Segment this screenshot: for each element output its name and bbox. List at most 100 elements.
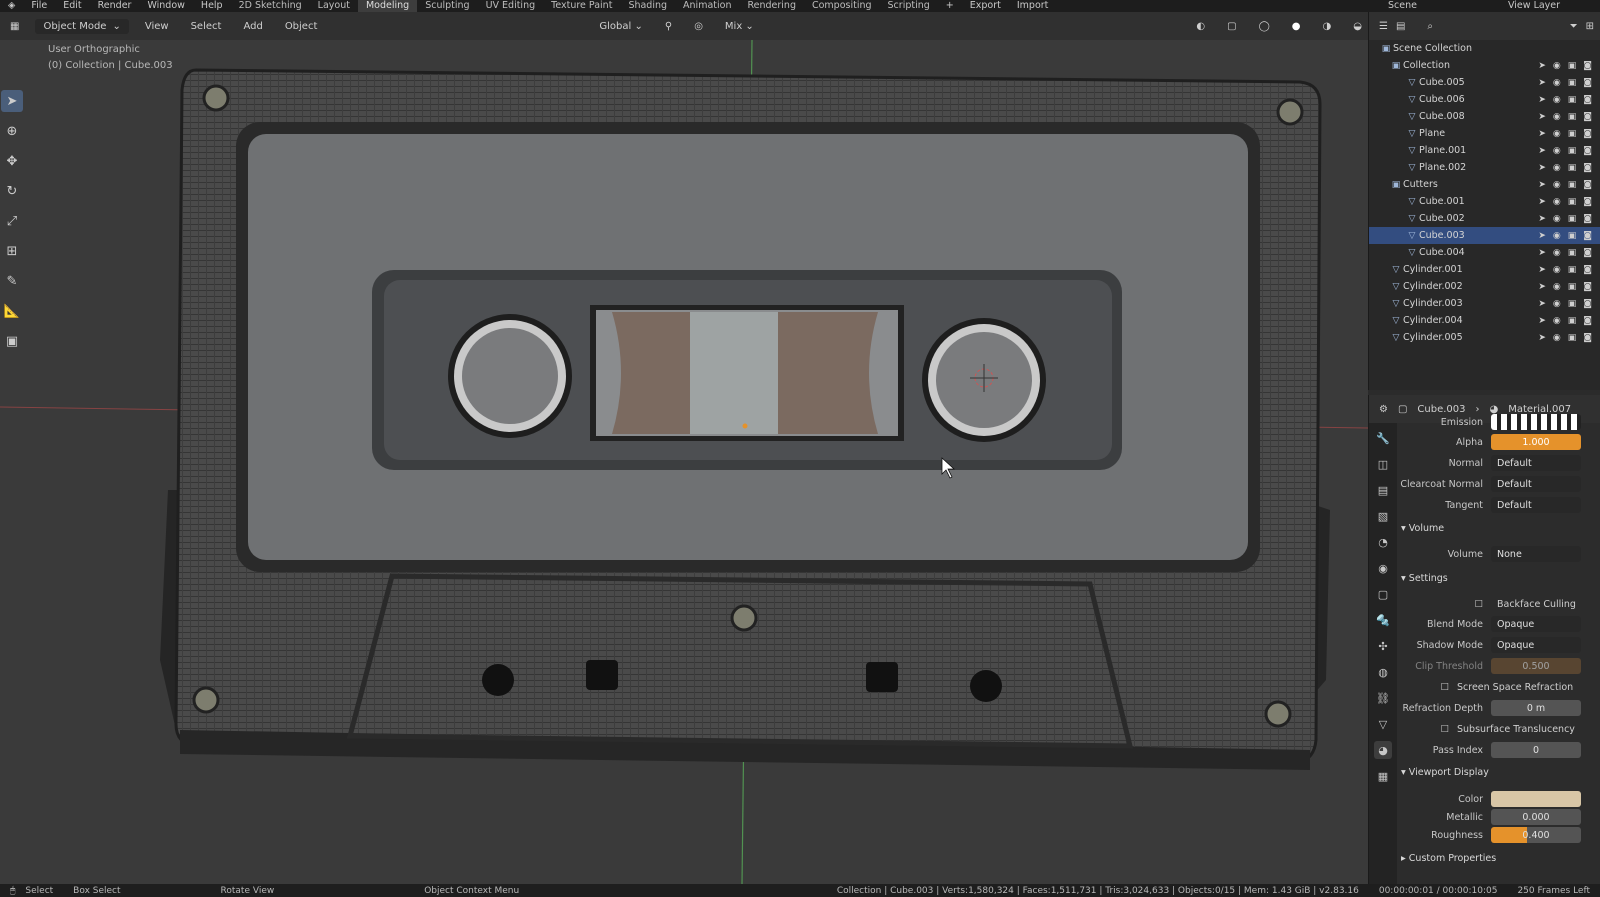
modifier-tab-icon[interactable]: 🔩 — [1374, 611, 1392, 629]
select-toggle-icon[interactable]: ➤ — [1538, 180, 1546, 190]
viewport-toggle-icon[interactable]: ▣ — [1568, 299, 1577, 309]
visibility-eye-icon[interactable]: ◉ — [1553, 163, 1561, 173]
render-camera-icon[interactable]: ◙ — [1583, 61, 1592, 71]
new-collection-icon[interactable]: ⊞ — [1586, 21, 1600, 32]
workspace-tab-rendering[interactable]: Rendering — [739, 0, 804, 12]
visibility-eye-icon[interactable]: ◉ — [1553, 180, 1561, 190]
select-toggle-icon[interactable]: ➤ — [1538, 112, 1546, 122]
view-layer-tab-icon[interactable]: ▧ — [1374, 507, 1392, 525]
select-toggle-icon[interactable]: ➤ — [1538, 248, 1546, 258]
pivot-dropdown[interactable]: Mix ⌄ — [719, 19, 760, 34]
select-toggle-icon[interactable]: ➤ — [1538, 61, 1546, 71]
viewport-toggle-icon[interactable]: ▣ — [1568, 282, 1577, 292]
import-button[interactable]: Import — [1009, 0, 1057, 12]
xray-icon[interactable]: ▢ — [1221, 19, 1242, 34]
viewport-toggle-icon[interactable]: ▣ — [1568, 112, 1577, 122]
roughness-field[interactable]: 0.400 — [1491, 827, 1581, 843]
blender-logo-icon[interactable]: ◈ — [0, 0, 23, 12]
viewport-toggle-icon[interactable]: ▣ — [1568, 197, 1577, 207]
ssr-checkbox[interactable]: ☐ — [1397, 682, 1457, 693]
visibility-eye-icon[interactable]: ◉ — [1553, 248, 1561, 258]
visibility-eye-icon[interactable]: ◉ — [1553, 282, 1561, 292]
render-camera-icon[interactable]: ◙ — [1583, 333, 1592, 343]
menu-render[interactable]: Render — [90, 0, 140, 12]
workspace-tab-compositing[interactable]: Compositing — [804, 0, 880, 12]
select-toggle-icon[interactable]: ➤ — [1538, 265, 1546, 275]
scene-collection-row[interactable]: ▣ Scene Collection — [1369, 40, 1600, 57]
render-camera-icon[interactable]: ◙ — [1583, 146, 1592, 156]
outliner-object-row[interactable]: ▽ Cylinder.003 ➤ ◉ ▣ ◙ — [1369, 295, 1600, 312]
viewport-toggle-icon[interactable]: ▣ — [1568, 214, 1577, 224]
viewport-toggle-icon[interactable]: ▣ — [1568, 248, 1577, 258]
outliner-collection-row[interactable]: ▣ Collection ➤ ◉ ▣ ◙ — [1369, 57, 1600, 74]
settings-section-header[interactable]: ▾ Settings — [1401, 573, 1448, 584]
outliner-object-row[interactable]: ▽ Cube.001 ➤ ◉ ▣ ◙ — [1369, 193, 1600, 210]
custom-properties-section-header[interactable]: ▸ Custom Properties — [1401, 853, 1496, 864]
shading-wireframe-icon[interactable]: ◯ — [1253, 19, 1276, 34]
workspace-tab-scripting[interactable]: Scripting — [880, 0, 938, 12]
select-toggle-icon[interactable]: ➤ — [1538, 146, 1546, 156]
world-tab-icon[interactable]: ◉ — [1374, 559, 1392, 577]
physics-tab-icon[interactable]: ◍ — [1374, 663, 1392, 681]
outliner-object-row[interactable]: ▽ Cube.008 ➤ ◉ ▣ ◙ — [1369, 108, 1600, 125]
volume-section-header[interactable]: ▾ Volume — [1401, 523, 1444, 534]
workspace-tab-modeling[interactable]: Modeling — [357, 0, 418, 12]
visibility-eye-icon[interactable]: ◉ — [1553, 112, 1561, 122]
viewport-toggle-icon[interactable]: ▣ — [1568, 265, 1577, 275]
3d-viewport[interactable]: User Orthographic (0) Collection | Cube.… — [0, 40, 1368, 884]
visibility-eye-icon[interactable]: ◉ — [1553, 61, 1561, 71]
tool-tab-icon[interactable]: 🔧 — [1374, 429, 1392, 447]
select-toggle-icon[interactable]: ➤ — [1538, 333, 1546, 343]
viewport-display-section-header[interactable]: ▾ Viewport Display — [1401, 767, 1489, 778]
sss-row[interactable]: ☐ Subsurface Translucency — [1397, 720, 1600, 738]
backface-culling-row[interactable]: ☐ Backface Culling — [1397, 595, 1600, 613]
visibility-eye-icon[interactable]: ◉ — [1553, 197, 1561, 207]
render-camera-icon[interactable]: ◙ — [1583, 231, 1592, 241]
material-tab-icon[interactable]: ◕ — [1374, 741, 1392, 759]
pass-index-field[interactable]: 0 — [1491, 742, 1581, 758]
render-camera-icon[interactable]: ◙ — [1583, 197, 1592, 207]
metallic-field[interactable]: 0.000 — [1491, 809, 1581, 825]
viewport-toggle-icon[interactable]: ▣ — [1568, 180, 1577, 190]
constraints-tab-icon[interactable]: ⛓ — [1374, 689, 1392, 707]
normal-field[interactable]: Default — [1491, 455, 1581, 471]
shading-solid-icon[interactable]: ● — [1286, 19, 1307, 34]
texture-tab-icon[interactable]: ▦ — [1374, 767, 1392, 785]
emission-field[interactable] — [1491, 414, 1581, 430]
view-layer-selector[interactable]: View Layer — [1500, 0, 1600, 12]
select-toggle-icon[interactable]: ➤ — [1538, 78, 1546, 88]
select-toggle-icon[interactable]: ➤ — [1538, 129, 1546, 139]
render-camera-icon[interactable]: ◙ — [1583, 112, 1592, 122]
select-toggle-icon[interactable]: ➤ — [1538, 316, 1546, 326]
shading-rendered-icon[interactable]: ◒ — [1347, 19, 1368, 34]
render-camera-icon[interactable]: ◙ — [1583, 95, 1592, 105]
outliner-object-row[interactable]: ▽ Cube.006 ➤ ◉ ▣ ◙ — [1369, 91, 1600, 108]
filter-icon[interactable]: ⏷ — [1570, 21, 1578, 32]
scene-selector[interactable]: Scene — [1380, 0, 1500, 12]
render-camera-icon[interactable]: ◙ — [1583, 316, 1592, 326]
viewport-toggle-icon[interactable]: ▣ — [1568, 163, 1577, 173]
render-camera-icon[interactable]: ◙ — [1583, 78, 1592, 88]
visibility-eye-icon[interactable]: ◉ — [1553, 129, 1561, 139]
visibility-eye-icon[interactable]: ◉ — [1553, 146, 1561, 156]
render-camera-icon[interactable]: ◙ — [1583, 299, 1592, 309]
viewport-toggle-icon[interactable]: ▣ — [1568, 146, 1577, 156]
workspace-tab-2d-sketching[interactable]: 2D Sketching — [231, 0, 310, 12]
workspace-tab-shading[interactable]: Shading — [620, 0, 675, 12]
select-toggle-icon[interactable]: ➤ — [1538, 214, 1546, 224]
workspace-tab-animation[interactable]: Animation — [675, 0, 739, 12]
color-swatch[interactable] — [1491, 791, 1581, 807]
viewport-toggle-icon[interactable]: ▣ — [1568, 61, 1577, 71]
outliner-object-row[interactable]: ▽ Plane.002 ➤ ◉ ▣ ◙ — [1369, 159, 1600, 176]
data-tab-icon[interactable]: ▽ — [1374, 715, 1392, 733]
render-camera-icon[interactable]: ◙ — [1583, 214, 1592, 224]
viewport-toggle-icon[interactable]: ▣ — [1568, 129, 1577, 139]
outliner-object-row[interactable]: ▽ Cylinder.001 ➤ ◉ ▣ ◙ — [1369, 261, 1600, 278]
render-camera-icon[interactable]: ◙ — [1583, 248, 1592, 258]
outliner-editor-icon[interactable]: ☰ — [1379, 21, 1388, 32]
render-camera-icon[interactable]: ◙ — [1583, 163, 1592, 173]
select-toggle-icon[interactable]: ➤ — [1538, 95, 1546, 105]
workspace-tab-texture-paint[interactable]: Texture Paint — [543, 0, 620, 12]
outliner-object-row[interactable]: ▽ Cylinder.005 ➤ ◉ ▣ ◙ — [1369, 329, 1600, 346]
visibility-eye-icon[interactable]: ◉ — [1553, 333, 1561, 343]
